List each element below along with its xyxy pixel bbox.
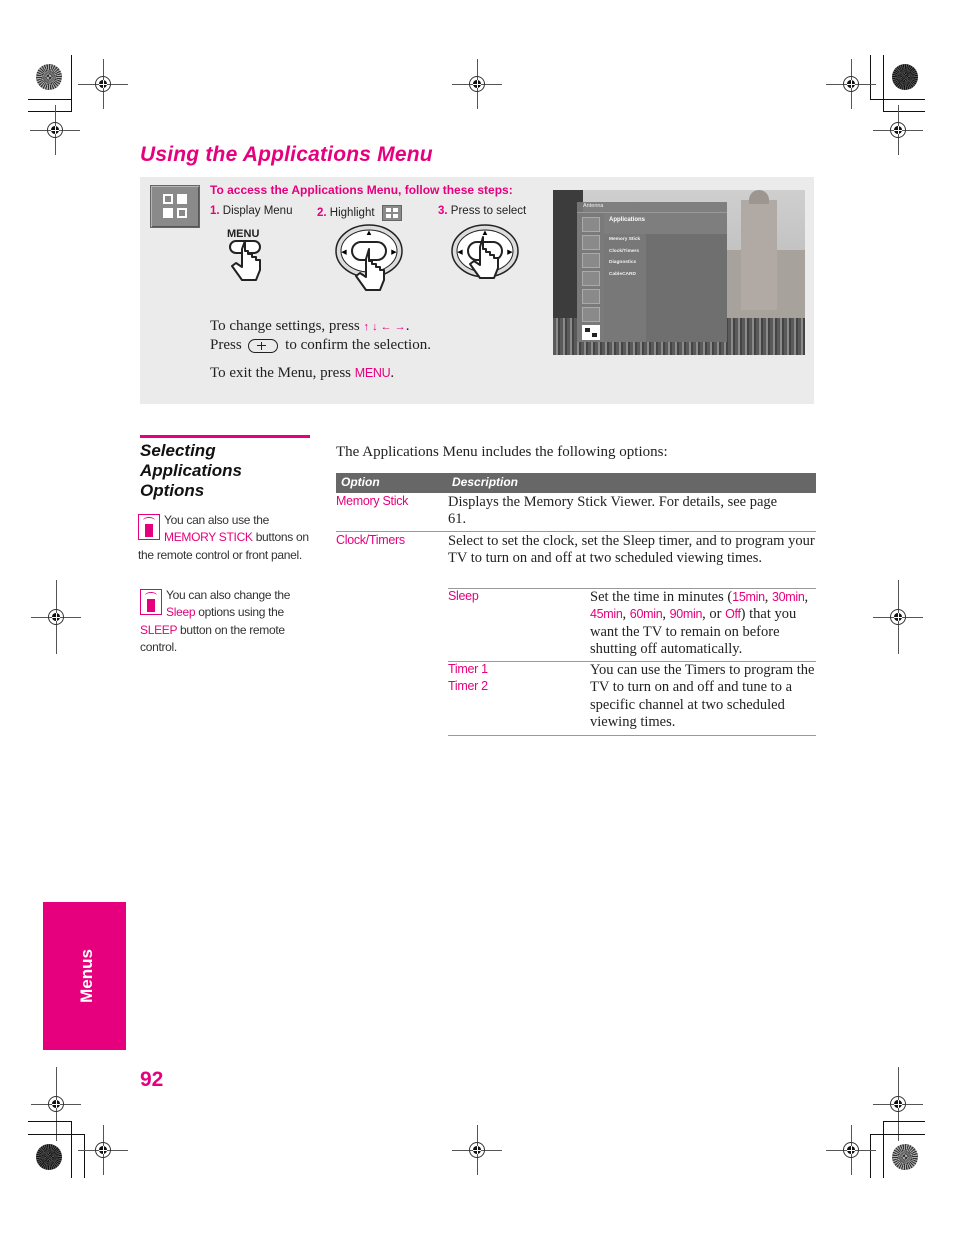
osd-menu-item: Clock/Timers — [609, 249, 640, 254]
hand-pressing-menu-icon: MENU — [227, 228, 261, 281]
step-number: 1. — [210, 205, 220, 217]
crop-line — [71, 1121, 72, 1178]
svg-text:▲: ▲ — [365, 228, 373, 237]
table-intro: The Applications Menu includes the follo… — [336, 444, 668, 460]
crop-line — [28, 99, 72, 100]
crop-line — [883, 1121, 884, 1178]
svg-text:◀: ◀ — [341, 248, 347, 256]
steps-heading: To access the Applications Menu, follow … — [210, 183, 513, 197]
step-3: 3. Press to select — [438, 205, 526, 217]
svg-text:▶: ▶ — [391, 248, 397, 256]
crop-line — [883, 111, 925, 112]
page-number: 92 — [140, 1068, 164, 1091]
crop-line — [883, 1121, 925, 1122]
crop-line — [28, 1134, 85, 1135]
description: You can use the Timers to program the TV… — [590, 662, 815, 730]
description: Displays the Memory Stick Viewer. For de… — [448, 494, 778, 528]
chapter-tab-label: Menus — [77, 949, 96, 1003]
remote-control-tip-icon — [138, 514, 160, 540]
applications-grid-icon — [150, 185, 200, 228]
menu-key: MENU — [354, 366, 391, 380]
header-option: Option — [341, 475, 380, 489]
setup-icon — [582, 307, 600, 322]
osd-menu-item: Memory Stick — [609, 237, 641, 242]
section-rule — [140, 435, 310, 438]
change-settings-instruction: To change settings, press ↑ ↓ ← →. — [210, 318, 410, 334]
step-label: Display Menu — [222, 205, 293, 217]
option-clock-timers: Clock/Timers — [336, 533, 405, 547]
exit-instruction: To exit the Menu, press MENU. — [210, 365, 395, 381]
color-wheel-icon — [892, 64, 918, 90]
row-divider — [448, 735, 816, 736]
sound-icon — [582, 235, 600, 250]
color-wheel-icon — [36, 64, 62, 90]
osd-menu-item: CableCARD — [609, 272, 636, 277]
description: Select to set the clock, set the Sleep t… — [448, 533, 815, 567]
osd-source-label: Antenna — [583, 203, 604, 209]
applications-icon — [381, 205, 402, 221]
description: Set the time in minutes (15min, 30min, 4… — [590, 589, 809, 657]
arrow-keys-icon: ↑ ↓ ← → — [363, 321, 406, 333]
step-number: 2. — [317, 207, 327, 220]
option-memory-stick: Memory Stick — [336, 494, 409, 508]
crop-line — [883, 55, 884, 112]
color-wheel-icon — [892, 1144, 918, 1170]
joystick-press-icon: ▲ ◀ ▶ — [451, 224, 519, 279]
crop-line — [870, 55, 871, 100]
crop-line — [870, 1134, 871, 1178]
step-1: 1. Display Menu — [210, 205, 292, 217]
tip-sleep: You can also change the Sleep options us… — [140, 588, 291, 654]
picture-icon — [582, 217, 600, 232]
color-wheel-icon — [36, 1144, 62, 1170]
svg-text:◀: ◀ — [457, 248, 463, 256]
remote-control-tip-icon — [140, 589, 162, 615]
confirm-instruction: Press to confirm the selection. — [210, 337, 431, 353]
crop-line — [870, 1134, 925, 1135]
table-header: Option Description — [336, 473, 816, 493]
menu-button-label: MENU — [227, 228, 259, 240]
crop-line — [870, 99, 925, 100]
steps-panel: To access the Applications Menu, follow … — [140, 177, 814, 404]
option-timer-1: Timer 1 — [448, 662, 488, 676]
applications-icon — [582, 325, 600, 340]
section-title: Selecting Applications Options — [140, 441, 243, 500]
channel-icon — [582, 271, 600, 286]
crop-line — [84, 1134, 85, 1178]
osd-menu-title: Applications — [609, 217, 646, 223]
parental-lock-icon — [582, 289, 600, 304]
tv-menu-screenshot: Antenna Applications Memory Stick Clock/… — [553, 190, 805, 355]
option-sleep: Sleep — [448, 589, 479, 603]
tip-memory-stick: You can also use the MEMORY STICK button… — [138, 513, 309, 562]
screen-icon — [582, 253, 600, 268]
svg-text:▶: ▶ — [507, 248, 513, 256]
chapter-tab: Menus — [43, 902, 126, 1050]
crop-line — [28, 1121, 72, 1122]
step-number: 3. — [438, 205, 448, 217]
page-title: Using the Applications Menu — [140, 143, 433, 166]
osd-menu: Antenna Applications Memory Stick Clock/… — [577, 202, 727, 342]
svg-text:▲: ▲ — [481, 228, 489, 237]
crop-line — [28, 111, 72, 112]
step-label: Press to select — [450, 205, 527, 217]
header-description: Description — [452, 475, 519, 489]
step-label: Highlight — [329, 207, 375, 220]
osd-menu-item: Diagnostics — [609, 260, 637, 265]
option-timer-2: Timer 2 — [448, 679, 488, 693]
row-divider — [336, 531, 816, 532]
crop-line — [71, 99, 72, 112]
step-2: 2. Highlight — [317, 205, 402, 221]
joystick-arrow-icon: ▲ ◀ ▶ — [335, 224, 403, 291]
joystick-center-button-icon — [248, 338, 279, 353]
